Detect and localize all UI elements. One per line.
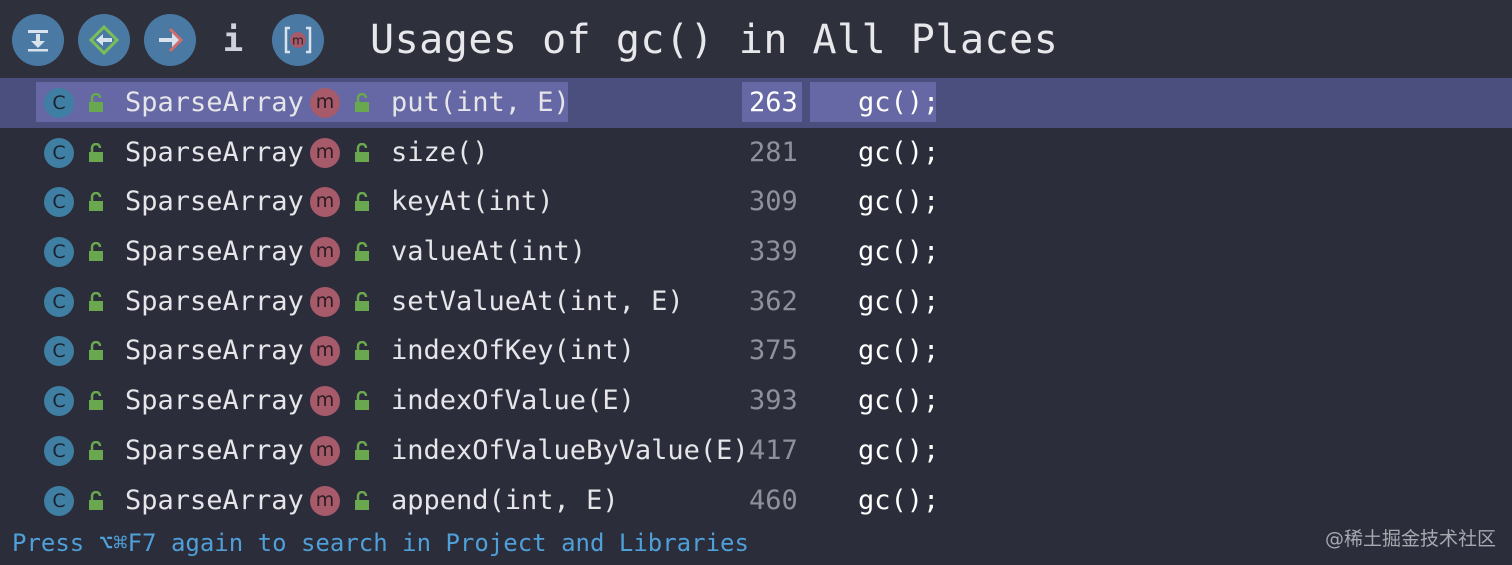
- class-icon: C: [44, 88, 74, 118]
- public-lock-icon: [355, 93, 369, 112]
- class-name: SparseArray: [125, 186, 304, 218]
- usage-row[interactable]: C SparseArray m setValueAt(int, E) 362 g…: [0, 277, 1512, 327]
- class-name: SparseArray: [125, 385, 304, 417]
- line-number: 362: [749, 285, 798, 317]
- class-name: SparseArray: [125, 434, 304, 466]
- code-snippet: gc();: [858, 186, 940, 218]
- line-number: 393: [749, 385, 798, 417]
- public-lock-icon: [89, 490, 103, 510]
- method-name: valueAt(int): [391, 236, 587, 268]
- public-lock-icon: [355, 192, 369, 212]
- public-lock-icon: [89, 391, 103, 411]
- code-snippet: gc();: [858, 434, 940, 466]
- export-icon[interactable]: [12, 14, 64, 66]
- usage-row[interactable]: C SparseArray m append(int, E) 460 gc();: [0, 476, 1512, 526]
- usage-row[interactable]: C SparseArray m indexOfValue(E) 393 gc()…: [0, 376, 1512, 426]
- usages-list[interactable]: C SparseArray m put(int, E) 263 gc(); C …: [0, 78, 1512, 525]
- method-name: indexOfKey(int): [391, 335, 635, 367]
- line-number: 417: [749, 434, 798, 466]
- method-name: indexOfValue(E): [391, 385, 635, 417]
- usage-row[interactable]: C SparseArray m put(int, E) 263 gc();: [0, 78, 1512, 128]
- public-lock-icon: [89, 242, 103, 262]
- svg-text:m: m: [292, 34, 304, 48]
- usage-row[interactable]: C SparseArray m size() 281 gc();: [0, 128, 1512, 178]
- usage-row[interactable]: C SparseArray m indexOfKey(int) 375 gc()…: [0, 326, 1512, 376]
- class-name: SparseArray: [125, 335, 304, 367]
- class-icon: C: [44, 286, 74, 317]
- method-icon: m: [310, 187, 340, 218]
- toolbar: i m Usages of gc() in All Places: [0, 0, 1512, 78]
- class-icon: C: [44, 187, 74, 218]
- code-snippet: gc();: [858, 335, 940, 367]
- code-snippet: gc();: [858, 285, 940, 317]
- popup-title: Usages of gc() in All Places: [370, 17, 1059, 63]
- navigate-icon[interactable]: [144, 14, 196, 66]
- usage-row[interactable]: C SparseArray m valueAt(int) 339 gc();: [0, 227, 1512, 277]
- class-icon: C: [44, 435, 74, 466]
- public-lock-icon: [355, 391, 369, 411]
- info-icon[interactable]: i: [218, 14, 248, 66]
- method-icon: m: [310, 237, 340, 268]
- public-lock-icon: [355, 440, 369, 460]
- public-lock-icon: [355, 490, 369, 510]
- class-name: SparseArray: [125, 87, 304, 118]
- line-number: 375: [749, 335, 798, 367]
- method-icon: m: [310, 88, 340, 118]
- class-name: SparseArray: [125, 484, 304, 516]
- public-lock-icon: [89, 142, 103, 162]
- search-scope-hint[interactable]: Press ⌥⌘F7 again to search in Project an…: [12, 526, 749, 560]
- method-name: indexOfValueByValue(E): [391, 434, 749, 466]
- class-name: SparseArray: [125, 285, 304, 317]
- class-icon: C: [44, 386, 74, 417]
- public-lock-icon: [89, 192, 103, 212]
- method-name: append(int, E): [391, 484, 619, 516]
- method-name: size(): [391, 136, 489, 168]
- code-snippet: gc();: [858, 484, 940, 516]
- method-icon: m: [310, 286, 340, 317]
- code-snippet: gc();: [858, 385, 940, 417]
- line-number: 339: [749, 236, 798, 268]
- class-icon: C: [44, 137, 74, 168]
- class-name: SparseArray: [125, 136, 304, 168]
- code-snippet: gc();: [858, 236, 940, 268]
- public-lock-icon: [355, 291, 369, 311]
- line-number: 263: [749, 87, 798, 118]
- class-icon: C: [44, 237, 74, 268]
- usage-row[interactable]: C SparseArray m keyAt(int) 309 gc();: [0, 177, 1512, 227]
- method-name: keyAt(int): [391, 186, 554, 218]
- method-icon: m: [310, 137, 340, 168]
- method-icon: m: [310, 485, 340, 516]
- method-name: put(int, E): [391, 87, 570, 118]
- code-snippet: gc();: [858, 136, 940, 168]
- method-filter-icon[interactable]: m: [272, 14, 324, 66]
- line-number: 281: [749, 136, 798, 168]
- public-lock-icon: [355, 242, 369, 262]
- public-lock-icon: [355, 142, 369, 162]
- method-icon: m: [310, 336, 340, 367]
- public-lock-icon: [89, 291, 103, 311]
- public-lock-icon: [89, 93, 103, 112]
- usage-row[interactable]: C SparseArray m indexOfValueByValue(E) 4…: [0, 426, 1512, 476]
- public-lock-icon: [355, 341, 369, 361]
- class-name: SparseArray: [125, 236, 304, 268]
- line-number: 309: [749, 186, 798, 218]
- class-icon: C: [44, 336, 74, 367]
- public-lock-icon: [89, 440, 103, 460]
- code-snippet: gc();: [858, 87, 940, 118]
- public-lock-icon: [89, 341, 103, 361]
- method-name: setValueAt(int, E): [391, 285, 684, 317]
- method-icon: m: [310, 386, 340, 417]
- method-icon: m: [310, 435, 340, 466]
- line-number: 460: [749, 484, 798, 516]
- class-icon: C: [44, 485, 74, 516]
- watermark: @稀土掘金技术社区: [1324, 528, 1496, 550]
- merge-icon[interactable]: [78, 14, 130, 66]
